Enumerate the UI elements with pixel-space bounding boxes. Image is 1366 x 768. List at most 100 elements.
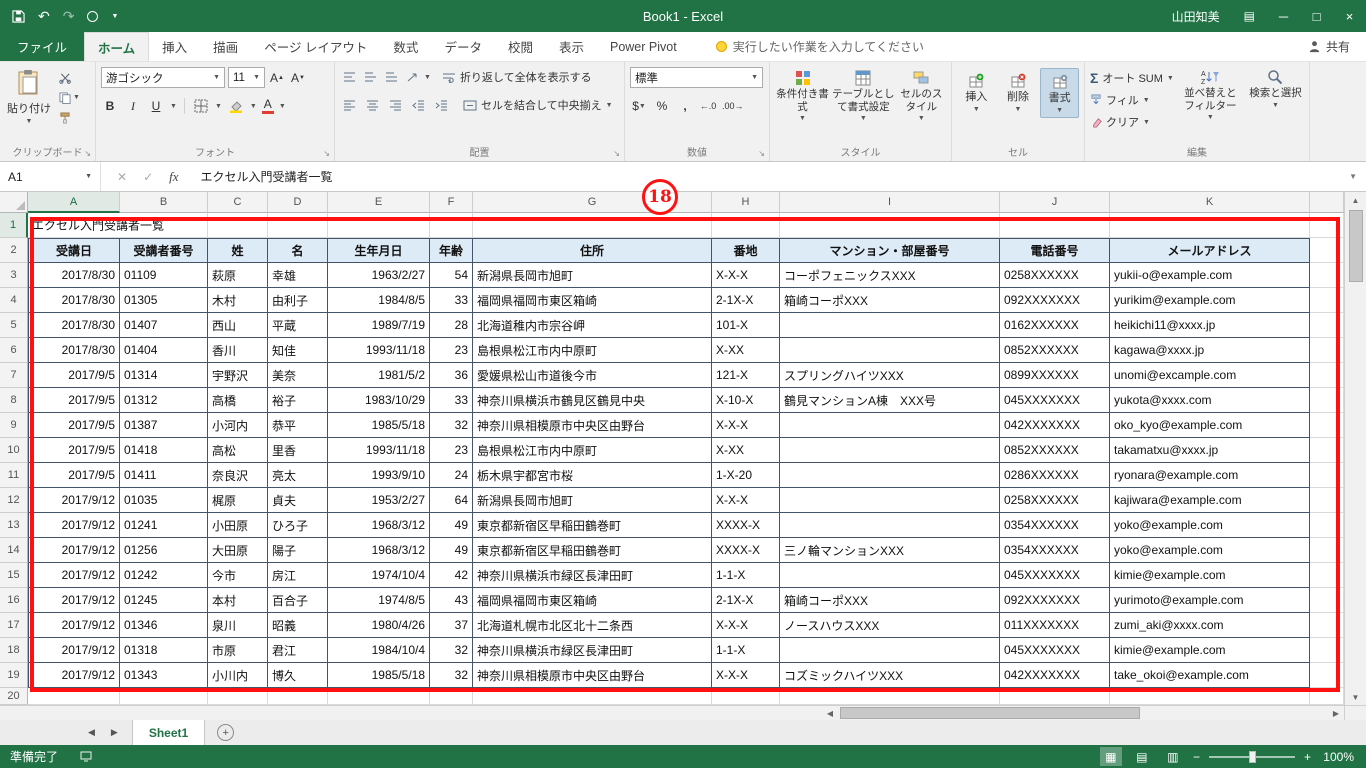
cell-H18[interactable]: 1-1-X <box>712 638 780 663</box>
cell-I13[interactable] <box>780 513 1000 538</box>
cell-A17[interactable]: 2017/9/12 <box>28 613 120 638</box>
cell-J17[interactable]: 011XXXXXXX <box>1000 613 1110 638</box>
insert-cells-button[interactable]: 挿入 ▼ <box>957 68 996 118</box>
cell-A12[interactable]: 2017/9/12 <box>28 488 120 513</box>
row-header-12[interactable]: 12 <box>0 488 28 513</box>
cell-C19[interactable]: 小川内 <box>208 663 268 688</box>
row-header-7[interactable]: 7 <box>0 363 28 388</box>
cell-E12[interactable]: 1953/2/27 <box>328 488 430 513</box>
delete-cells-button[interactable]: 削除 ▼ <box>999 68 1038 118</box>
cell-J3[interactable]: 0258XXXXXX <box>1000 263 1110 288</box>
cell-B11[interactable]: 01411 <box>120 463 208 488</box>
cell-F8[interactable]: 33 <box>430 388 473 413</box>
sheet-nav-right-icon[interactable]: ▶ <box>111 727 118 738</box>
tab-review[interactable]: 校閲 <box>495 32 546 61</box>
cell-C3[interactable]: 萩原 <box>208 263 268 288</box>
cell-B6[interactable]: 01404 <box>120 338 208 363</box>
cell-E13[interactable]: 1968/3/12 <box>328 513 430 538</box>
cell-H8[interactable]: X-10-X <box>712 388 780 413</box>
autosum-button[interactable]: Σ オート SUM ▼ <box>1090 69 1174 87</box>
cell-A4[interactable]: 2017/8/30 <box>28 288 120 313</box>
cell-K8[interactable]: yukota@xxxx.com <box>1110 388 1310 413</box>
cell-E1[interactable] <box>328 213 430 238</box>
maximize-button[interactable]: □ <box>1300 0 1333 32</box>
sort-filter-button[interactable]: AZ 並べ替えとフィルター ▼ <box>1182 67 1239 131</box>
enter-button[interactable]: ✓ <box>143 170 153 184</box>
cell-D16[interactable]: 百合子 <box>268 588 328 613</box>
cell-E4[interactable]: 1984/8/5 <box>328 288 430 313</box>
cell-C1[interactable] <box>208 213 268 238</box>
cell-F7[interactable]: 36 <box>430 363 473 388</box>
row-header-13[interactable]: 13 <box>0 513 28 538</box>
cell-B15[interactable]: 01242 <box>120 563 208 588</box>
cell-K19[interactable]: take_okoi@example.com <box>1110 663 1310 688</box>
tab-page-layout[interactable]: ページ レイアウト <box>251 32 380 61</box>
sheet-tab-sheet1[interactable]: Sheet1 <box>131 720 206 745</box>
cell-E11[interactable]: 1993/9/10 <box>328 463 430 488</box>
user-name[interactable]: 山田知美 <box>1172 8 1220 25</box>
cell-G13[interactable]: 東京都新宿区早稲田鶴巻町 <box>473 513 712 538</box>
cell-G11[interactable]: 栃木県宇都宮市桜 <box>473 463 712 488</box>
cell-K20[interactable] <box>1110 688 1310 705</box>
cell-F20[interactable] <box>430 688 473 705</box>
cell-J20[interactable] <box>1000 688 1110 705</box>
cell-C7[interactable]: 宇野沢 <box>208 363 268 388</box>
row-header-9[interactable]: 9 <box>0 413 28 438</box>
cell-B5[interactable]: 01407 <box>120 313 208 338</box>
cell-H14[interactable]: XXXX-X <box>712 538 780 563</box>
cell-B13[interactable]: 01241 <box>120 513 208 538</box>
clear-button[interactable]: クリア ▼ <box>1090 113 1174 131</box>
cell-J15[interactable]: 045XXXXXXX <box>1000 563 1110 588</box>
align-middle-icon[interactable] <box>361 67 379 87</box>
cell-partial-3[interactable] <box>1310 263 1344 288</box>
cell-D15[interactable]: 房江 <box>268 563 328 588</box>
clipboard-dialog-launcher-icon[interactable]: ↘ <box>84 149 91 158</box>
cell-D8[interactable]: 裕子 <box>268 388 328 413</box>
cell-F11[interactable]: 24 <box>430 463 473 488</box>
scroll-right-icon[interactable]: ▶ <box>1328 709 1344 718</box>
column-header-H[interactable]: H <box>712 192 780 213</box>
cell-B19[interactable]: 01343 <box>120 663 208 688</box>
row-header-10[interactable]: 10 <box>0 438 28 463</box>
cell-G6[interactable]: 島根県松江市内中原町 <box>473 338 712 363</box>
row-header-15[interactable]: 15 <box>0 563 28 588</box>
tab-data[interactable]: データ <box>431 32 495 61</box>
cell-A15[interactable]: 2017/9/12 <box>28 563 120 588</box>
cell-I2[interactable]: マンション・部屋番号 <box>780 238 1000 263</box>
cell-D6[interactable]: 知佳 <box>268 338 328 363</box>
conditional-formatting-button[interactable]: 条件付き書式 ▼ <box>775 67 830 122</box>
number-format-combo[interactable]: 標準 ▼ <box>630 67 763 88</box>
copy-button[interactable]: ▼ <box>59 90 80 105</box>
cell-F9[interactable]: 32 <box>430 413 473 438</box>
italic-button[interactable]: I <box>124 96 142 116</box>
column-header-D[interactable]: D <box>268 192 328 213</box>
dropdown-arrow-icon[interactable]: ▼ <box>279 103 286 110</box>
new-sheet-button[interactable]: + <box>217 724 235 741</box>
cell-partial-9[interactable] <box>1310 413 1344 438</box>
cell-C16[interactable]: 本村 <box>208 588 268 613</box>
fill-color-button[interactable] <box>227 96 245 116</box>
cell-partial-16[interactable] <box>1310 588 1344 613</box>
cell-C4[interactable]: 木村 <box>208 288 268 313</box>
row-header-8[interactable]: 8 <box>0 388 28 413</box>
borders-button[interactable] <box>192 96 210 116</box>
cell-C12[interactable]: 梶原 <box>208 488 268 513</box>
vscroll-thumb[interactable] <box>1348 210 1363 282</box>
zoom-slider-thumb[interactable] <box>1248 750 1256 763</box>
cell-A10[interactable]: 2017/9/5 <box>28 438 120 463</box>
cell-H16[interactable]: 2-1X-X <box>712 588 780 613</box>
cell-J7[interactable]: 0899XXXXXX <box>1000 363 1110 388</box>
cell-I5[interactable] <box>780 313 1000 338</box>
row-header-2[interactable]: 2 <box>0 238 28 263</box>
cell-K18[interactable]: kimie@example.com <box>1110 638 1310 663</box>
row-header-18[interactable]: 18 <box>0 638 28 663</box>
tab-home[interactable]: ホーム <box>84 32 150 61</box>
align-center-icon[interactable] <box>363 95 381 115</box>
column-header-F[interactable]: F <box>430 192 473 213</box>
align-left-icon[interactable] <box>340 95 358 115</box>
cell-J18[interactable]: 045XXXXXXX <box>1000 638 1110 663</box>
row-header-1[interactable]: 1 <box>0 213 28 238</box>
cell-K11[interactable]: ryonara@example.com <box>1110 463 1310 488</box>
font-color-button[interactable]: A <box>261 98 274 114</box>
font-dialog-launcher-icon[interactable]: ↘ <box>323 149 330 158</box>
